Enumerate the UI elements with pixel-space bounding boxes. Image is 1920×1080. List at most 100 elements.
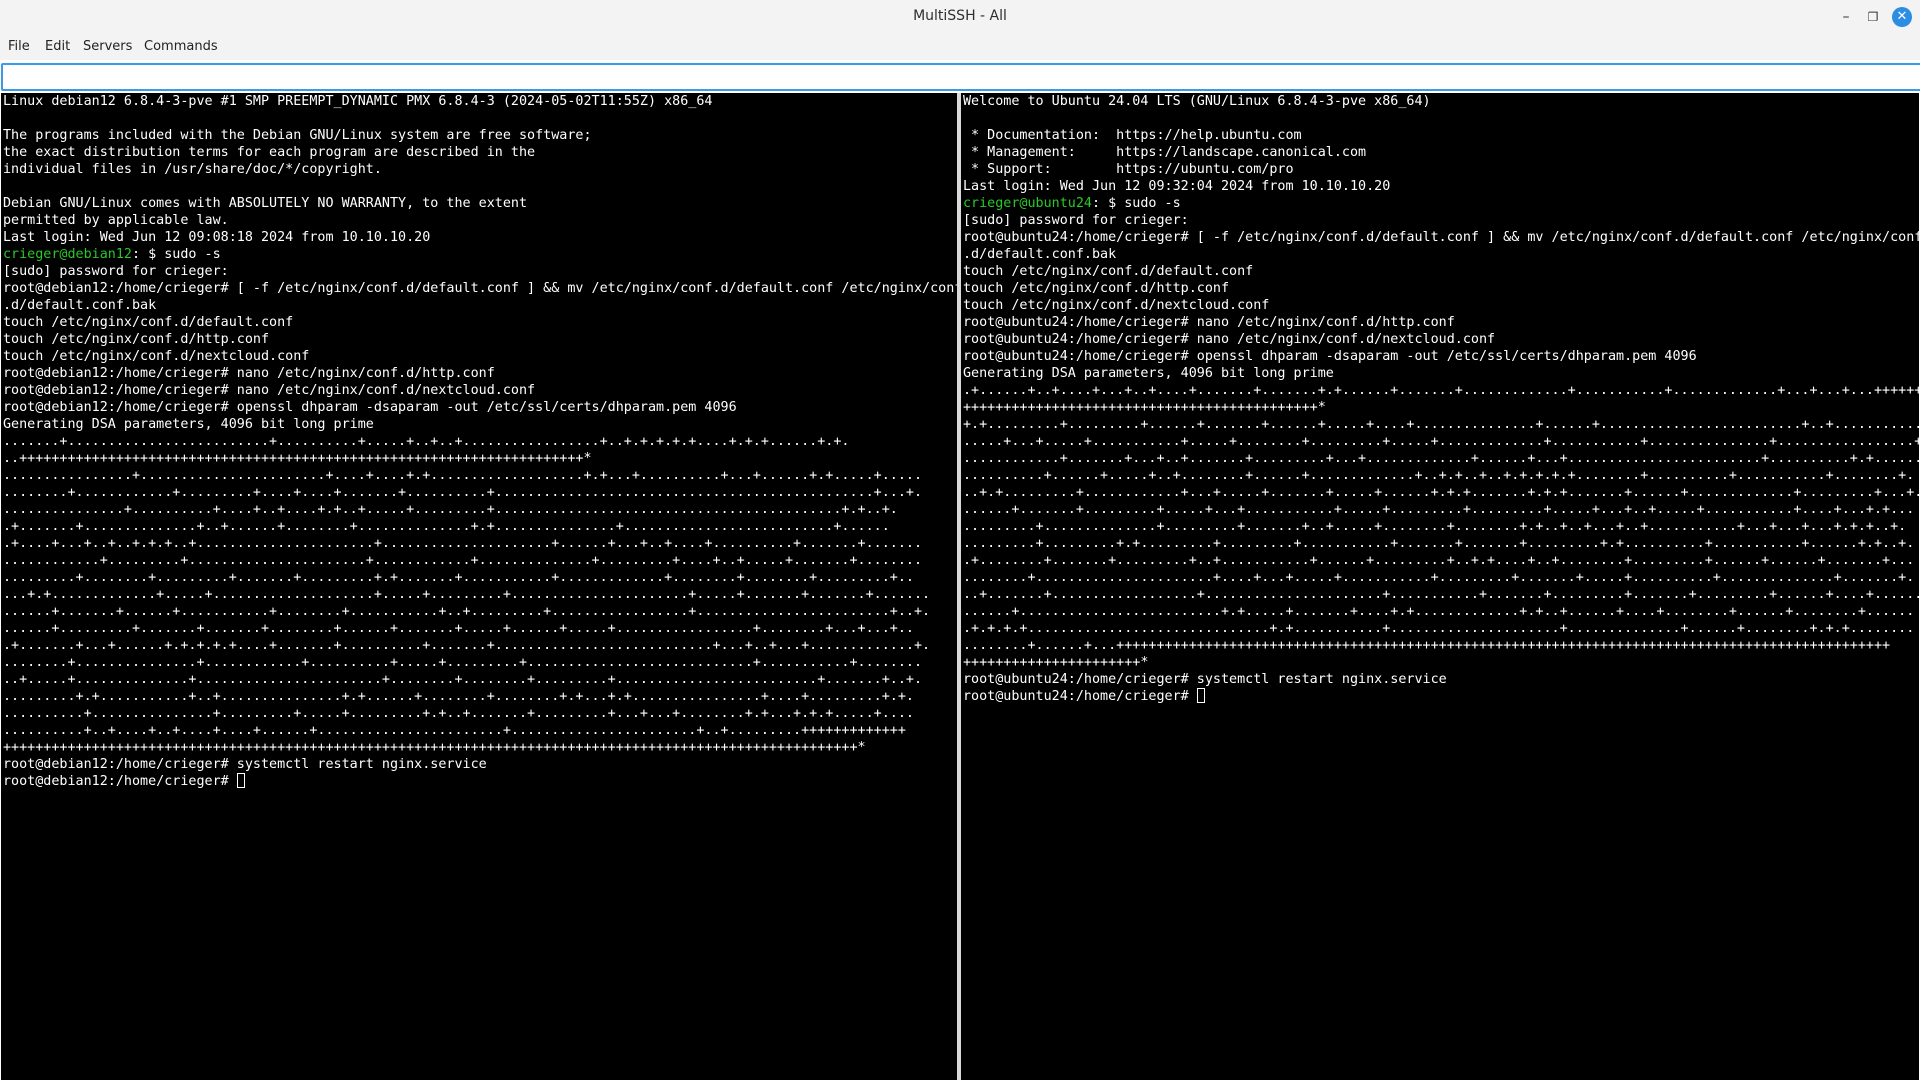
terminal-line-text: touch /etc/nginx/conf.d/http.conf	[3, 332, 270, 347]
window-title: MultiSSH - All	[913, 8, 1007, 24]
terminal-line: ..++++++++++++++++++++++++++++++++++++++…	[3, 450, 957, 467]
terminal-line-text: [sudo] password for crieger:	[3, 264, 229, 279]
terminal-line-text: .....+...+.....+...........+.....+......…	[963, 434, 1919, 449]
terminal-line: root@debian12:/home/crieger# nano /etc/n…	[3, 382, 957, 399]
terminal-line-text: ...+.+.............+.....+..............…	[3, 587, 931, 602]
terminal-line-text: : $ sudo -s	[1092, 196, 1181, 211]
maximize-icon[interactable]: ❐	[1863, 7, 1883, 27]
terminal-line-text: The programs included with the Debian GN…	[3, 128, 592, 143]
terminal-line: * Support: https://ubuntu.com/pro	[963, 161, 1919, 178]
terminal-line: .....+...+.....+...........+.....+......…	[963, 433, 1919, 450]
terminal-line: ++++++++++++++++++++++++++++++++++++++++…	[3, 739, 957, 756]
terminal-line-text: Welcome to Ubuntu 24.04 LTS (GNU/Linux 6…	[963, 94, 1431, 109]
terminal-line: ..+.+.........+............+...+.....+..…	[963, 484, 1919, 501]
terminal-pane-debian12[interactable]: Linux debian12 6.8.4-3-pve #1 SMP PREEMP…	[1, 93, 957, 1080]
terminal-line: Generating DSA parameters, 4096 bit long…	[963, 365, 1919, 382]
terminal-line: individual files in /usr/share/doc/*/cop…	[3, 161, 957, 178]
cursor-icon	[236, 773, 245, 788]
menu-commands[interactable]: Commands	[144, 37, 218, 57]
terminal-line-text: root@ubuntu24:/home/crieger# openssl dhp…	[963, 349, 1697, 364]
terminal-line-text: root@debian12:/home/crieger# nano /etc/n…	[3, 366, 495, 381]
terminal-line-text: ......+.........+.......+.......+.......…	[3, 621, 914, 636]
terminal-line: ............+.......+...+..+.......+....…	[963, 450, 1919, 467]
terminal-line: .+....+...+..+..+.+.+..+................…	[3, 535, 957, 552]
terminal-line: touch /etc/nginx/conf.d/http.conf	[963, 280, 1919, 297]
terminal-line-text: .+........+.......+.........+..+........…	[963, 553, 1915, 568]
command-input[interactable]	[1, 63, 1920, 91]
terminal-line-text: ........+......+...+++++++++++++++++++++…	[963, 638, 1891, 653]
cursor-icon	[1196, 688, 1205, 703]
terminal-line-text: ..+.......+..................+..........…	[963, 587, 1919, 602]
terminal-line-text: ..........+...............+.........+...…	[3, 706, 914, 721]
terminal-line-text: ..........+......+.....+..+........+....…	[963, 468, 1915, 483]
terminal-line-text: ............+.......+...+..+.......+....…	[963, 451, 1919, 466]
terminal-line: root@debian12:/home/crieger# openssl dhp…	[3, 399, 957, 416]
title-bar[interactable]: MultiSSH - All – ❐ ✕	[0, 0, 1920, 34]
terminal-line: .+.......+..............+..+......+.....…	[3, 518, 957, 535]
terminal-line-text: .........+..............+.........+.....…	[963, 519, 1907, 534]
menu-servers[interactable]: Servers	[83, 37, 132, 57]
terminal-line: * Documentation: https://help.ubuntu.com	[963, 127, 1919, 144]
terminal-line: ........+...............+............+..…	[3, 654, 957, 671]
terminal-line: .+......+..+....+...+..+....+.......+...…	[963, 382, 1919, 399]
terminal-pane-ubuntu24[interactable]: Welcome to Ubuntu 24.04 LTS (GNU/Linux 6…	[961, 93, 1919, 1080]
terminal-line-text: * Support: https://ubuntu.com/pro	[963, 162, 1294, 177]
terminal-line-text: Debian GNU/Linux comes with ABSOLUTELY N…	[3, 196, 528, 211]
prompt-user: crieger@debian12	[3, 247, 132, 262]
terminal-line-text: Last login: Wed Jun 12 09:08:18 2024 fro…	[3, 230, 431, 245]
terminal-line-text: the exact distribution terms for each pr…	[3, 145, 536, 160]
terminal-line-text: .+.......+..............+..+......+.....…	[3, 519, 890, 534]
terminal-line: .d/default.conf.bak	[963, 246, 1919, 263]
terminal-line-text: .+.+.+.+..............................+.…	[963, 621, 1915, 636]
terminal-line: root@ubuntu24:/home/crieger# nano /etc/n…	[963, 314, 1919, 331]
terminal-line: Generating DSA parameters, 4096 bit long…	[3, 416, 957, 433]
terminal-line-text: Last login: Wed Jun 12 09:32:04 2024 fro…	[963, 179, 1391, 194]
terminal-line: permitted by applicable law.	[3, 212, 957, 229]
terminal-line: ......+.........................+.+.....…	[963, 603, 1919, 620]
menu-edit[interactable]: Edit	[45, 37, 70, 57]
terminal-line-text: ...............+..........+....+..+....+…	[3, 502, 898, 517]
terminal-line-text: root@ubuntu24:/home/crieger# nano /etc/n…	[963, 315, 1455, 330]
menu-bar: File Edit Servers Commands	[0, 34, 1920, 60]
terminal-line: ......+.......+.........+.....+...+.....…	[963, 501, 1919, 518]
terminal-line: .+.......+...+......+.+.+.+.+....+......…	[3, 637, 957, 654]
terminal-line: Last login: Wed Jun 12 09:32:04 2024 fro…	[963, 178, 1919, 195]
terminal-line-text: : $ sudo -s	[132, 247, 221, 262]
terminal-line: Linux debian12 6.8.4-3-pve #1 SMP PREEMP…	[3, 93, 957, 110]
terminal-line-text: ........+............+.........+....+...…	[3, 485, 923, 500]
terminal-line: .+.+.+.+..............................+.…	[963, 620, 1919, 637]
terminal-line-text: root@debian12:/home/crieger# openssl dhp…	[3, 400, 737, 415]
terminal-line-text: ..........+..+....+..+....+....+......+.…	[3, 723, 906, 738]
terminal-line-text: root@ubuntu24:/home/crieger# [ -f /etc/n…	[963, 230, 1919, 245]
terminal-line-text: root@ubuntu24:/home/crieger#	[963, 689, 1197, 704]
terminal-line-text: +.+.........+.........+......+.......+..…	[963, 417, 1919, 432]
terminal-line-text: .........+........+.........+.......+...…	[3, 570, 914, 585]
terminal-line: ........+............+.........+....+...…	[3, 484, 957, 501]
terminal-line-text: ......+.........................+.+.....…	[963, 604, 1915, 619]
terminal-line-text: ..+.....+..............+................…	[3, 672, 923, 687]
terminal-line-text: touch /etc/nginx/conf.d/http.conf	[963, 281, 1230, 296]
close-icon[interactable]: ✕	[1892, 7, 1912, 27]
terminal-line: crieger@debian12: $ sudo -s	[3, 246, 957, 263]
terminal-line-text: ......+.......+.........+.....+...+.....…	[963, 502, 1915, 517]
terminal-line: root@ubuntu24:/home/crieger# [ -f /etc/n…	[963, 229, 1919, 246]
terminal-line-text: [sudo] password for crieger:	[963, 213, 1189, 228]
terminal-line: [sudo] password for crieger:	[3, 263, 957, 280]
terminal-line-text: ........+...............+............+..…	[3, 655, 923, 670]
terminal-line-text: individual files in /usr/share/doc/*/cop…	[3, 162, 382, 177]
prompt-user: crieger@ubuntu24	[963, 196, 1092, 211]
terminal-line: ........+......................+....+...…	[963, 569, 1919, 586]
terminal-line: ............+.........+.................…	[3, 552, 957, 569]
minimize-icon[interactable]: –	[1836, 7, 1856, 27]
command-bar	[0, 62, 1920, 92]
menu-file[interactable]: File	[8, 37, 30, 57]
terminal-line: .........+..............+.........+.....…	[963, 518, 1919, 535]
terminal-line: touch /etc/nginx/conf.d/http.conf	[3, 331, 957, 348]
terminal-line-text: .+.......+...+......+.+.+.+.+....+......…	[3, 638, 931, 653]
terminal-line-text: .d/default.conf.bak	[963, 247, 1117, 262]
terminal-line: .d/default.conf.bak	[3, 297, 957, 314]
terminal-line: ...+.+.............+.....+..............…	[3, 586, 957, 603]
terminal-line: touch /etc/nginx/conf.d/nextcloud.conf	[963, 297, 1919, 314]
terminal-line: crieger@ubuntu24: $ sudo -s	[963, 195, 1919, 212]
terminal-line: ......+.......+......+...........+......…	[3, 603, 957, 620]
